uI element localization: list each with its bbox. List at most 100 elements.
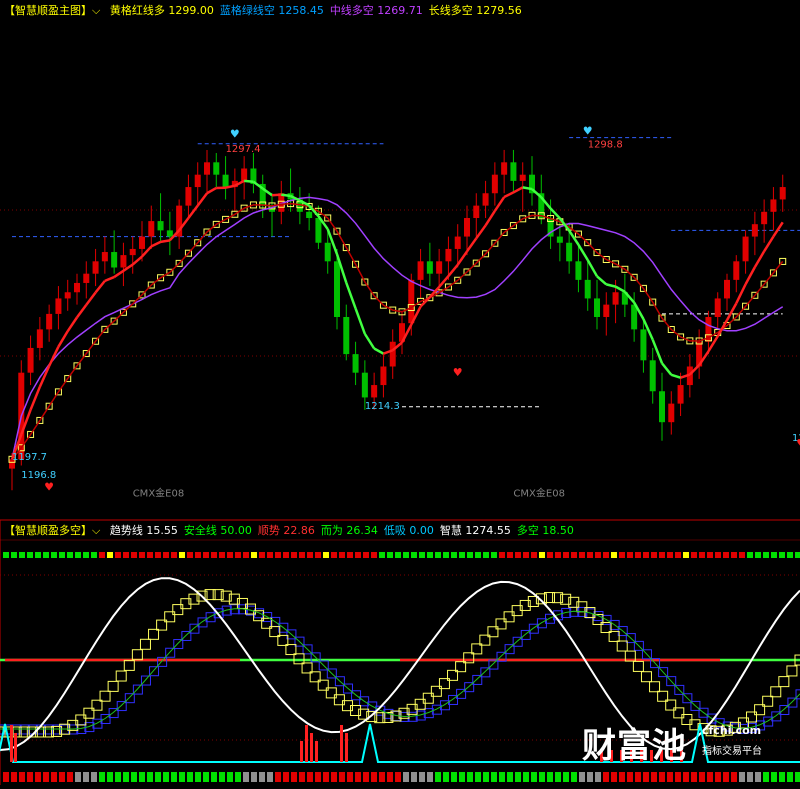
status-cell-top: [195, 552, 201, 558]
candle-body: [557, 237, 563, 243]
candle-body: [408, 280, 414, 323]
candle-body: [306, 212, 312, 218]
chart-root: 1297.41298.81214.31204.01196.81197.7CMX金…: [0, 0, 800, 785]
trend-line-segment: [523, 187, 532, 189]
status-cell-top: [339, 552, 345, 558]
price-annotation-4: 1196.8: [21, 470, 56, 481]
price-annotation-0: 1297.4: [226, 144, 261, 155]
status-cell-top: [371, 552, 377, 558]
candle-body: [678, 385, 684, 404]
status-cell-bottom: [491, 772, 497, 782]
status-cell-top: [467, 552, 473, 558]
status-cell-top: [211, 552, 217, 558]
status-cell-bottom: [779, 772, 785, 782]
price-annotation-2: 1214.3: [365, 401, 400, 412]
sub-yellow-box: [779, 677, 789, 687]
status-cell-bottom: [211, 772, 217, 782]
status-cell-bottom: [171, 772, 177, 782]
status-cell-top: [699, 552, 705, 558]
status-cell-bottom: [243, 772, 249, 782]
status-cell-top: [147, 552, 153, 558]
candle-body: [492, 175, 498, 194]
status-cell-bottom: [747, 772, 753, 782]
trend-line-segment: [736, 284, 745, 303]
red-bar: [340, 725, 343, 762]
status-cell-top: [419, 552, 425, 558]
main-title[interactable]: 【智慧顺盈主图】: [4, 4, 92, 17]
candle-body: [418, 261, 424, 280]
status-cell-bottom: [611, 772, 617, 782]
status-cell-bottom: [651, 772, 657, 782]
status-cell-top: [203, 552, 209, 558]
sub-title[interactable]: 【智慧顺盈多空】: [4, 524, 92, 537]
status-cell-top: [75, 552, 81, 558]
candle-body: [93, 261, 99, 273]
sub-yellow-box: [650, 682, 660, 692]
candle-body: [613, 292, 619, 304]
status-cell-bottom: [291, 772, 297, 782]
candle-body: [28, 348, 34, 373]
status-cell-top: [651, 552, 657, 558]
status-cell-top: [491, 552, 497, 558]
status-cell-top: [83, 552, 89, 558]
trend-line-segment: [597, 276, 606, 284]
status-cell-bottom: [563, 772, 569, 782]
trend-line-segment: [272, 195, 281, 196]
status-cell-top: [155, 552, 161, 558]
status-cell-top: [395, 552, 401, 558]
chevron-down-icon[interactable]: ⌵: [92, 4, 100, 17]
status-cell-top: [347, 552, 353, 558]
status-cell-top: [555, 552, 561, 558]
status-cell-top: [403, 552, 409, 558]
status-cell-top: [515, 552, 521, 558]
candle-body: [325, 243, 331, 262]
status-cell-top: [99, 552, 105, 558]
sub-item-2: 顺势 22.86: [258, 524, 315, 537]
status-cell-top: [411, 552, 417, 558]
status-cell-top: [459, 552, 465, 558]
status-cell-top: [451, 552, 457, 558]
status-cell-bottom: [795, 772, 800, 782]
status-cell-top: [475, 552, 481, 558]
chevron-down-icon[interactable]: ⌵: [92, 524, 100, 537]
candle-body: [603, 305, 609, 317]
trend-line-segment: [356, 308, 365, 333]
status-cell-top: [355, 552, 361, 558]
heart-icon: ♥: [44, 480, 54, 493]
status-cell-bottom: [51, 772, 57, 782]
trend-line-segment: [773, 222, 782, 236]
candle-body: [743, 237, 749, 262]
status-cell-bottom: [371, 772, 377, 782]
status-cell-bottom: [387, 772, 393, 782]
candle-body: [353, 354, 359, 373]
status-cell-bottom: [603, 772, 609, 782]
candle-body: [223, 175, 229, 187]
candle-body: [390, 342, 396, 367]
candle-body: [371, 385, 377, 397]
candle-body: [455, 237, 461, 249]
status-cell-bottom: [571, 772, 577, 782]
status-cell-top: [643, 552, 649, 558]
status-cell-bottom: [219, 772, 225, 782]
status-cell-top: [291, 552, 297, 558]
status-cell-top: [563, 552, 569, 558]
trend-line-segment: [77, 305, 86, 317]
status-cell-top: [427, 552, 433, 558]
status-cell-top: [691, 552, 697, 558]
main-item-2: 中线多空 1269.71: [330, 4, 423, 17]
status-cell-bottom: [451, 772, 457, 782]
status-cell-top: [731, 552, 737, 558]
status-cell-top: [603, 552, 609, 558]
status-cell-top: [51, 552, 57, 558]
price-annotation-6: CMX金E08: [133, 486, 185, 499]
sub-yellow-box: [617, 641, 627, 651]
main-item-1: 蓝格绿线空 1258.45: [220, 4, 324, 17]
sub-item-5: 智慧 1274.55: [440, 524, 511, 537]
sub-yellow-box: [116, 671, 126, 681]
status-cell-bottom: [339, 772, 345, 782]
status-cell-top: [595, 552, 601, 558]
trend-line-segment: [133, 257, 142, 265]
main-indicator-values: 黄格红线多 1299.00蓝格绿线空 1258.45中线多空 1269.71长线…: [110, 4, 528, 17]
candle-body: [130, 249, 136, 255]
status-cell-bottom: [179, 772, 185, 782]
